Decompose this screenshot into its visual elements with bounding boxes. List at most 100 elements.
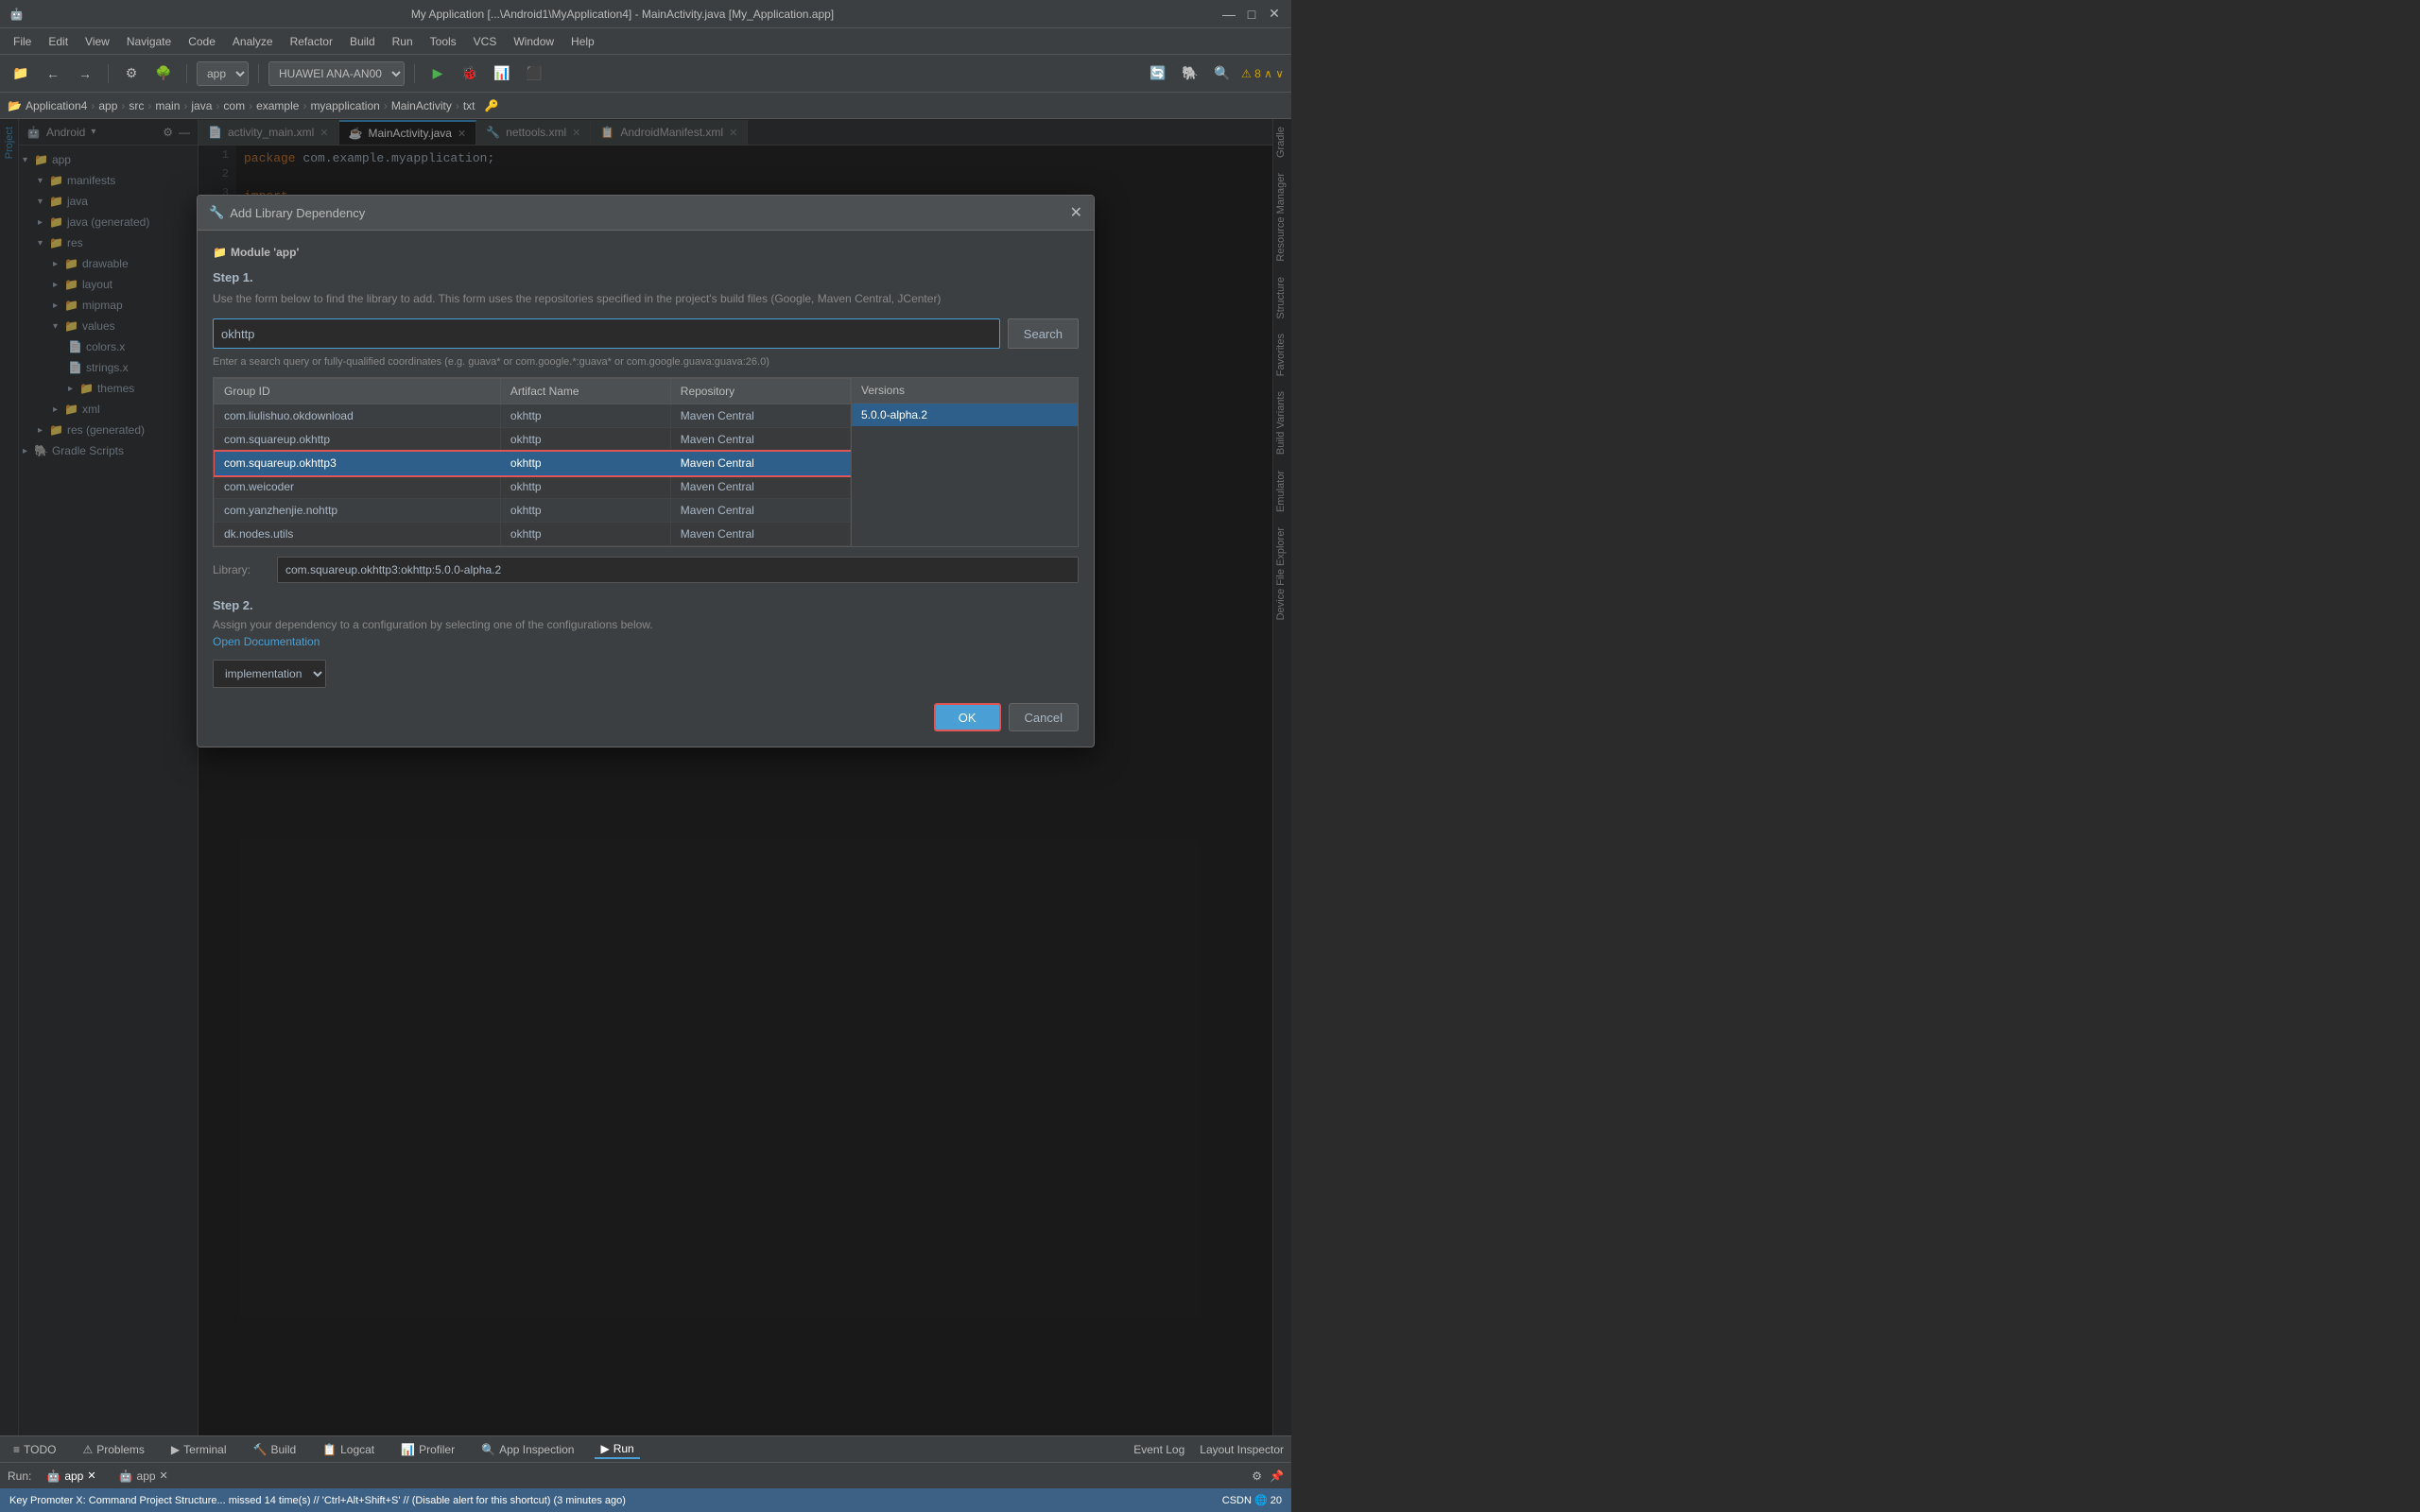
menu-run[interactable]: Run: [385, 33, 421, 50]
menu-vcs[interactable]: VCS: [466, 33, 505, 50]
run-bar-pin-btn[interactable]: 📌: [1270, 1469, 1284, 1483]
cell-group-id-selected: com.squareup.okhttp3: [215, 452, 501, 475]
ok-button[interactable]: OK: [934, 703, 1001, 731]
toolbar-sep1: [108, 64, 109, 83]
tab-build[interactable]: 🔨 Build: [248, 1441, 302, 1458]
toolbar-back-btn[interactable]: ←: [40, 60, 66, 87]
menu-code[interactable]: Code: [181, 33, 223, 50]
breadcrumb-java[interactable]: java: [191, 99, 212, 112]
config-select-wrapper: implementation api compileOnly runtimeOn…: [213, 660, 1079, 688]
breadcrumb: Application4: [26, 99, 87, 112]
bottom-tabs-bar: ≡ TODO ⚠ Problems ▶ Terminal 🔨 Build 📋 L…: [0, 1435, 1291, 1462]
run-config-combo[interactable]: app: [197, 61, 249, 86]
col-artifact: Artifact Name: [500, 379, 670, 404]
results-container: Group ID Artifact Name Repository com.li…: [213, 377, 852, 547]
run-tab-close2[interactable]: ✕: [160, 1469, 168, 1482]
cell-repo: Maven Central: [670, 475, 850, 499]
menu-navigate[interactable]: Navigate: [119, 33, 179, 50]
logcat-icon: 📋: [322, 1443, 337, 1456]
library-row: Library: com.squareup.okhttp3:okhttp:5.0…: [213, 557, 1079, 583]
toolbar-run-btn[interactable]: ▶: [424, 60, 451, 87]
table-row[interactable]: com.weicoder okhttp Maven Central: [215, 475, 851, 499]
close-button[interactable]: ✕: [1267, 7, 1282, 22]
tab-problems[interactable]: ⚠ Problems: [77, 1441, 149, 1458]
dialog-title: 🔧 Add Library Dependency: [209, 205, 365, 220]
table-row[interactable]: com.squareup.okhttp okhttp Maven Central: [215, 428, 851, 452]
breadcrumb-bar: 📂 Application4 › app › src › main › java…: [0, 93, 1291, 119]
step1-label: Step 1.: [213, 270, 1079, 284]
cell-repo: Maven Central: [670, 404, 850, 428]
table-row[interactable]: com.yanzhenjie.nohttp okhttp Maven Centr…: [215, 499, 851, 523]
toolbar: 📁 ← → ⚙ 🌳 app HUAWEI ANA-AN00 ▶ 🐞 📊 ⬛ 🔄 …: [0, 55, 1291, 93]
table-row-selected[interactable]: com.squareup.okhttp3 okhttp Maven Centra…: [215, 452, 851, 475]
version-item-selected[interactable]: 5.0.0-alpha.2: [852, 404, 1078, 426]
table-row[interactable]: com.liulishuo.okdownload okhttp Maven Ce…: [215, 404, 851, 428]
run-tab-app2[interactable]: 🤖 app ✕: [112, 1468, 176, 1485]
problems-label: Problems: [96, 1443, 145, 1456]
col-repo: Repository: [670, 379, 850, 404]
toolbar-forward-btn[interactable]: →: [72, 60, 98, 87]
library-search-input[interactable]: [213, 318, 1000, 349]
step2-label: Step 2.: [213, 598, 1079, 612]
warning-badge: ⚠ 8 ∧ ∨: [1241, 67, 1284, 80]
toolbar-search-btn[interactable]: 🔍: [1209, 60, 1236, 87]
toolbar-profile-btn[interactable]: 📊: [489, 60, 515, 87]
title-bar-controls: — □ ✕: [1221, 7, 1282, 22]
tab-todo[interactable]: ≡ TODO: [8, 1441, 61, 1458]
cancel-button[interactable]: Cancel: [1009, 703, 1079, 731]
todo-icon: ≡: [13, 1443, 20, 1456]
tab-profiler[interactable]: 📊 Profiler: [395, 1441, 460, 1458]
tab-logcat[interactable]: 📋 Logcat: [317, 1441, 380, 1458]
versions-header: Versions: [852, 378, 1078, 404]
table-row[interactable]: dk.nodes.utils okhttp Maven Central: [215, 523, 851, 546]
run-label: Run: [614, 1442, 634, 1455]
toolbar-sync-btn[interactable]: 🔄: [1145, 60, 1171, 87]
cell-artifact: okhttp: [500, 404, 670, 428]
breadcrumb-mainactivity[interactable]: MainActivity: [391, 99, 452, 112]
event-log-link[interactable]: Event Log: [1133, 1443, 1184, 1456]
profiler-icon: 📊: [401, 1443, 415, 1456]
toolbar-debug-btn[interactable]: 🐞: [457, 60, 483, 87]
toolbar-open-btn[interactable]: 📁: [8, 60, 34, 87]
tab-run[interactable]: ▶ Run: [595, 1440, 639, 1459]
menu-refactor[interactable]: Refactor: [283, 33, 340, 50]
menu-file[interactable]: File: [6, 33, 39, 50]
breadcrumb-myapplication[interactable]: myapplication: [310, 99, 379, 112]
search-button[interactable]: Search: [1008, 318, 1079, 349]
device-combo[interactable]: HUAWEI ANA-AN00: [268, 61, 405, 86]
menu-build[interactable]: Build: [342, 33, 383, 50]
run-bar-settings-btn[interactable]: ⚙: [1252, 1469, 1262, 1483]
breadcrumb-com[interactable]: com: [223, 99, 245, 112]
toolbar-settings-btn[interactable]: ⚙: [118, 60, 145, 87]
problems-icon: ⚠: [82, 1443, 93, 1456]
config-select[interactable]: implementation api compileOnly runtimeOn…: [213, 660, 326, 688]
toolbar-tree-btn[interactable]: 🌳: [150, 60, 177, 87]
minimize-button[interactable]: —: [1221, 7, 1236, 22]
menu-tools[interactable]: Tools: [423, 33, 464, 50]
toolbar-gradle-sync-btn[interactable]: 🐘: [1177, 60, 1203, 87]
config-select-row: implementation api compileOnly runtimeOn…: [213, 660, 1079, 688]
menu-window[interactable]: Window: [506, 33, 562, 50]
dialog-footer: OK Cancel: [213, 703, 1079, 731]
open-doc-link[interactable]: Open Documentation: [213, 635, 1079, 648]
maximize-button[interactable]: □: [1244, 7, 1259, 22]
run-tab-close1[interactable]: ✕: [87, 1469, 95, 1482]
menu-help[interactable]: Help: [563, 33, 602, 50]
tab-app-inspection[interactable]: 🔍 App Inspection: [475, 1441, 579, 1458]
toolbar-sep2: [186, 64, 187, 83]
breadcrumb-src[interactable]: src: [129, 99, 144, 112]
module-label: 📁 Module 'app': [213, 246, 1079, 259]
dialog-close-button[interactable]: ✕: [1070, 203, 1082, 222]
tab-terminal[interactable]: ▶ Terminal: [165, 1441, 233, 1458]
breadcrumb-example[interactable]: example: [256, 99, 299, 112]
toolbar-stop-btn[interactable]: ⬛: [521, 60, 547, 87]
breadcrumb-main[interactable]: main: [155, 99, 180, 112]
menu-view[interactable]: View: [78, 33, 117, 50]
menu-edit[interactable]: Edit: [41, 33, 76, 50]
run-tab-app1[interactable]: 🤖 app ✕: [39, 1468, 103, 1485]
search-hint: Enter a search query or fully-qualified …: [213, 356, 1079, 368]
menu-analyze[interactable]: Analyze: [225, 33, 281, 50]
breadcrumb-app[interactable]: app: [98, 99, 117, 112]
layout-inspector-link[interactable]: Layout Inspector: [1200, 1443, 1284, 1456]
library-label: Library:: [213, 563, 269, 576]
